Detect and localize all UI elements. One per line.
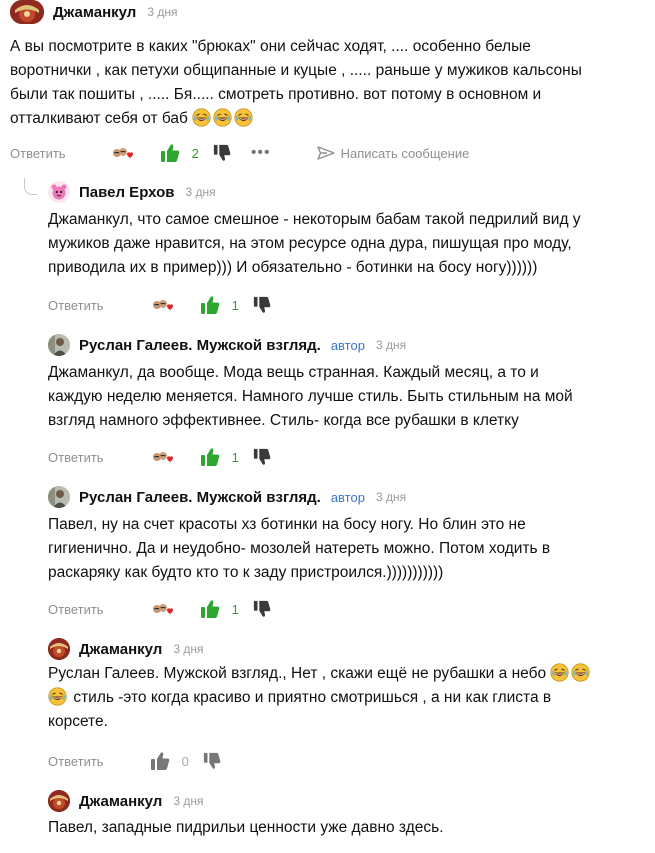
reaction-icon[interactable] (152, 449, 174, 465)
laugh-emoji-icon (550, 663, 569, 682)
more-icon[interactable]: ••• (251, 144, 271, 162)
thumb-up-icon[interactable] (200, 295, 220, 315)
comment-header: Джаманкул 3 дня (48, 637, 203, 661)
author-name[interactable]: Джаманкул (79, 793, 162, 810)
comment-header: Джаманкул 3 дня (10, 0, 177, 24)
avatar[interactable] (10, 0, 44, 24)
avatar[interactable] (48, 181, 70, 203)
comment-actions: Ответить 2 ••• Написать сообщение (10, 141, 469, 165)
laugh-emoji-icon (48, 687, 67, 706)
comment-actions: Ответить 1 (48, 597, 271, 621)
author-name[interactable]: Руслан Галеев. Мужской взгляд. (79, 489, 321, 506)
comment-line: были так пошиты , ..... Бя..... смотреть… (10, 86, 542, 103)
author-badge: автор (330, 337, 365, 353)
author-name[interactable]: Джаманкул (53, 4, 136, 21)
author-badge: автор (330, 489, 365, 505)
thumb-down-icon[interactable] (213, 144, 231, 162)
thumb-down-icon[interactable] (253, 296, 271, 314)
send-message-icon (316, 146, 335, 160)
comment-line: Павел, западные пидрильи ценности уже да… (48, 819, 444, 836)
laugh-emoji-icon (571, 663, 590, 682)
avatar[interactable] (48, 790, 70, 812)
comment-text: Павел, западные пидрильи ценности уже да… (48, 816, 648, 840)
comment-text: Джаманкул, да вообще. Мода вещь странная… (48, 361, 648, 433)
comment-line-text: Руслан Галеев. Мужской взгляд., Нет , ск… (48, 665, 547, 682)
comment-line: А вы посмотрите в каких "брюках" они сей… (10, 38, 531, 55)
comment-actions: Ответить 1 (48, 445, 271, 469)
comment-header: Павел Ерхов 3 дня (48, 180, 216, 204)
comment-line-text: стиль -это когда красиво и приятно смотр… (73, 689, 552, 706)
comment-time: 3 дня (173, 642, 204, 656)
thread-connector (24, 178, 37, 195)
reaction-icon[interactable] (112, 145, 134, 161)
author-name[interactable]: Руслан Галеев. Мужской взгляд. (79, 337, 321, 354)
comment-line: взгляд намного эффективнее. Стиль- когда… (48, 412, 519, 429)
comment-line: раскаряку как будто кто то к заду пристр… (48, 564, 444, 581)
avatar[interactable] (48, 334, 70, 356)
laugh-emoji-icon (234, 108, 253, 127)
thumb-up-icon[interactable] (200, 599, 220, 619)
thumb-up-icon[interactable] (160, 143, 180, 163)
send-message-button[interactable]: Написать сообщение (316, 145, 470, 161)
reply-button[interactable]: Ответить (10, 146, 66, 161)
comment-line: гигиенично. Да и неудобно- мозолей натер… (48, 540, 551, 557)
thumb-up-icon[interactable] (200, 447, 220, 467)
comment-line: Джаманкул, что самое смешное - некоторым… (48, 211, 581, 228)
comment-text: А вы посмотрите в каких "брюках" они сей… (10, 35, 650, 131)
laugh-emoji-icon (213, 108, 232, 127)
comment-text: Руслан Галеев. Мужской взгляд., Нет , ск… (48, 662, 648, 734)
reaction-icon[interactable] (152, 601, 174, 617)
comment-actions: Ответить 0 (48, 749, 221, 773)
comment-line: Павел, ну на счет красоты хз ботинки на … (48, 516, 526, 533)
reply-button[interactable]: Ответить (48, 754, 104, 769)
reply-button[interactable]: Ответить (48, 450, 104, 465)
avatar[interactable] (48, 638, 70, 660)
thumb-down-icon[interactable] (253, 600, 271, 618)
avatar[interactable] (48, 486, 70, 508)
thumb-down-icon[interactable] (253, 448, 271, 466)
reaction-icon[interactable] (152, 297, 174, 313)
comment-header: Руслан Галеев. Мужской взгляд. автор 3 д… (48, 485, 406, 509)
author-name[interactable]: Джаманкул (79, 641, 162, 658)
reply-button[interactable]: Ответить (48, 298, 104, 313)
comment-header: Джаманкул 3 дня (48, 789, 203, 813)
comment-line: Джаманкул, да вообще. Мода вещь странная… (48, 364, 539, 381)
comment-text: Павел, ну на счет красоты хз ботинки на … (48, 513, 648, 585)
thumb-down-icon[interactable] (203, 752, 221, 770)
comment-time: 3 дня (185, 185, 216, 199)
comment-time: 3 дня (147, 5, 178, 19)
comment-time: 3 дня (375, 490, 407, 504)
comment-line: воротнички , как петухи общипанные и куц… (10, 62, 582, 79)
comment-line: корсете. (48, 713, 108, 730)
like-count: 2 (191, 145, 199, 161)
reply-button[interactable]: Ответить (48, 602, 104, 617)
comment-time: 3 дня (375, 338, 407, 352)
comment-line: приводила их в пример))) И обязательно -… (48, 259, 538, 276)
like-count: 0 (181, 753, 189, 769)
comment-actions: Ответить 1 (48, 293, 271, 317)
comment-line: отталкивают себя от баб (10, 107, 650, 131)
thumb-up-icon[interactable] (150, 751, 170, 771)
comment-line-text: отталкивают себя от баб (10, 110, 188, 127)
laugh-emoji-icon (192, 108, 211, 127)
author-name[interactable]: Павел Ерхов (79, 184, 175, 201)
comment-line: стиль -это когда красиво и приятно смотр… (48, 686, 648, 710)
like-count: 1 (231, 297, 239, 313)
like-count: 1 (231, 601, 239, 617)
comment-line: Руслан Галеев. Мужской взгляд., Нет , ск… (48, 662, 648, 686)
comment-time: 3 дня (173, 794, 204, 808)
comment-header: Руслан Галеев. Мужской взгляд. автор 3 д… (48, 333, 406, 357)
send-message-label: Написать сообщение (340, 145, 470, 161)
comment-line: мужиков даже нравится, на этом ресурсе о… (48, 235, 572, 252)
comment-line: каждую неделю меняется. Намного лучше ст… (48, 388, 573, 405)
like-count: 1 (231, 449, 239, 465)
comment-text: Джаманкул, что самое смешное - некоторым… (48, 208, 648, 280)
